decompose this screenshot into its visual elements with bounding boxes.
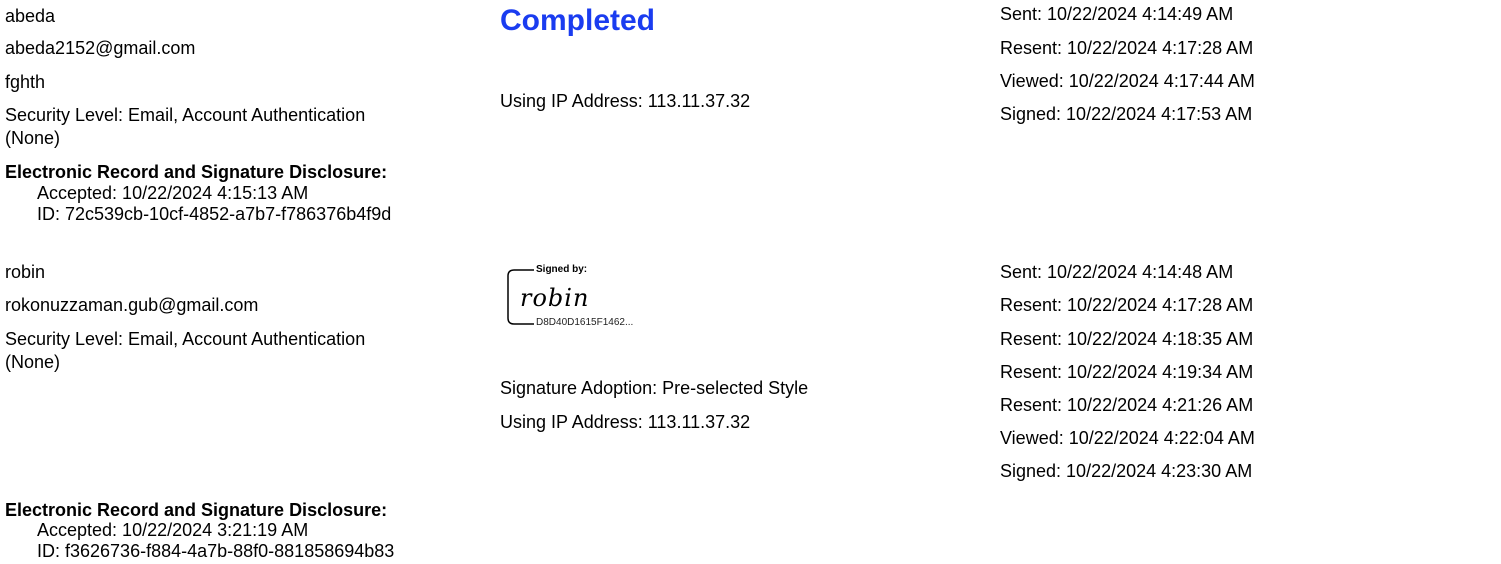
- signer-2-event: Resent: 10/22/2024 4:21:26 AM: [1000, 395, 1254, 415]
- signer-2-disclosure-id: ID: f3626736-f884-4a7b-88f0-881858694b83: [37, 541, 395, 561]
- signer-2-ip-address: Using IP Address: 113.11.37.32: [500, 412, 751, 432]
- signer-2-event: Viewed: 10/22/2024 4:22:04 AM: [1000, 428, 1255, 448]
- signer-2-security-level: Security Level: Email, Account Authentic…: [5, 329, 366, 349]
- signer-2-signature-adoption: Signature Adoption: Pre-selected Style: [500, 378, 809, 398]
- signer-1-event: Viewed: 10/22/2024 4:17:44 AM: [1000, 71, 1255, 91]
- signer-1-name: abeda: [5, 6, 56, 26]
- signer-1-event: Sent: 10/22/2024 4:14:49 AM: [1000, 4, 1234, 24]
- signer-1-disclosure-heading: Electronic Record and Signature Disclosu…: [5, 162, 388, 182]
- signer-1-disclosure-id: ID: 72c539cb-10cf-4852-a7b7-f786376b4f9d: [37, 204, 392, 224]
- signer-2-event: Sent: 10/22/2024 4:14:48 AM: [1000, 262, 1234, 282]
- signature-hash: D8D40D1615F1462...: [536, 317, 634, 328]
- signer-2-event: Signed: 10/22/2024 4:23:30 AM: [1000, 461, 1253, 481]
- signer-1-email: abeda2152@gmail.com: [5, 38, 196, 58]
- signature-stamp: Signed by: robin D8D40D1615F1462...: [506, 264, 676, 330]
- signer-2-event: Resent: 10/22/2024 4:18:35 AM: [1000, 329, 1254, 349]
- signer-1-event: Resent: 10/22/2024 4:17:28 AM: [1000, 38, 1254, 58]
- signer-2-event: Resent: 10/22/2024 4:17:28 AM: [1000, 295, 1254, 315]
- signer-2-email: rokonuzzaman.gub@gmail.com: [5, 295, 259, 315]
- signer-1-event: Signed: 10/22/2024 4:17:53 AM: [1000, 104, 1253, 124]
- signer-2-event: Resent: 10/22/2024 4:19:34 AM: [1000, 362, 1254, 382]
- signer-1-title: fghth: [5, 72, 46, 92]
- signer-2-disclosure-heading: Electronic Record and Signature Disclosu…: [5, 500, 388, 520]
- signer-1-security-level-detail: (None): [5, 128, 61, 148]
- signature-name: robin: [520, 284, 590, 312]
- signer-2-disclosure-accepted: Accepted: 10/22/2024 3:21:19 AM: [37, 520, 309, 540]
- signer-2-name: robin: [5, 262, 46, 282]
- signature-label: Signed by:: [536, 264, 588, 275]
- signer-1-security-level: Security Level: Email, Account Authentic…: [5, 105, 366, 125]
- signer-2-security-level-detail: (None): [5, 352, 61, 372]
- signer-1-status: Completed: [500, 4, 656, 37]
- signer-1-ip-address: Using IP Address: 113.11.37.32: [500, 91, 751, 111]
- signer-1-disclosure-accepted: Accepted: 10/22/2024 4:15:13 AM: [37, 183, 309, 203]
